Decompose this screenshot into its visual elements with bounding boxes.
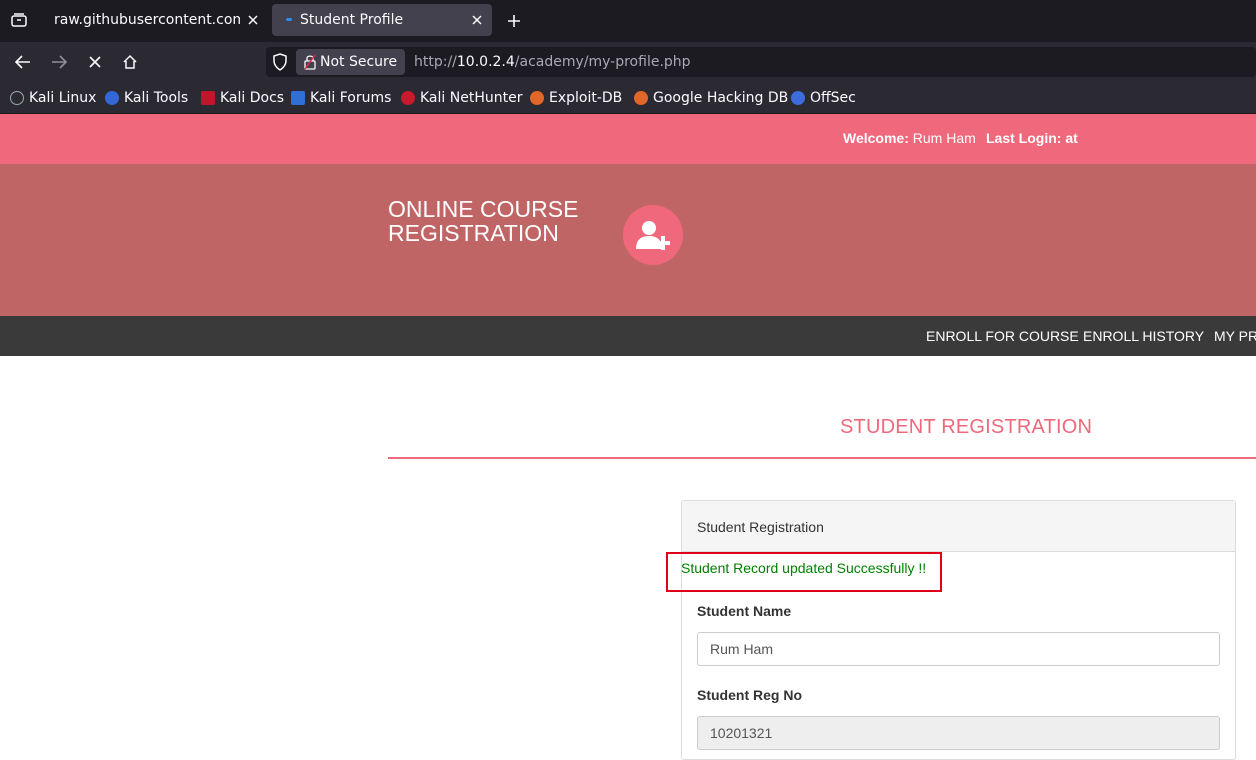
tab-title: raw.githubusercontent.com/p — [54, 12, 240, 28]
browser-nav-bar: Not Secure http://10.0.2.4/academy/my-pr… — [0, 42, 1256, 82]
bookmark-google-hacking-db[interactable]: Google Hacking DB — [634, 89, 788, 107]
main-menu-bar: ENROLL FOR COURSE ENROLL HISTORY MY PR — [0, 316, 1256, 356]
bookmark-kali-docs[interactable]: Kali Docs — [201, 89, 284, 107]
top-info-strip: Welcome: Rum Ham Last Login: at — [0, 114, 1256, 164]
offsec-icon — [791, 91, 805, 105]
loading-favicon-icon — [286, 18, 292, 21]
kali-docs-icon — [201, 91, 215, 105]
tab-title: Student Profile — [300, 12, 404, 28]
browser-tab-strip: raw.githubusercontent.com/p Student Prof… — [0, 0, 1256, 42]
url-host: 10.0.2.4 — [456, 54, 515, 70]
student-name-label: Student Name — [697, 603, 792, 619]
url-bar[interactable]: Not Secure http://10.0.2.4/academy/my-pr… — [266, 47, 1256, 77]
brand-line-1: ONLINE COURSE — [388, 196, 579, 222]
home-icon[interactable] — [118, 50, 142, 74]
bookmark-offsec[interactable]: OffSec — [791, 89, 856, 107]
kali-tools-icon — [105, 91, 119, 105]
bookmark-label: Kali Forums — [310, 90, 392, 106]
url-prefix: http:// — [414, 54, 457, 70]
back-arrow-icon[interactable] — [11, 50, 35, 74]
kali-nethunter-icon — [401, 91, 415, 105]
title-divider — [388, 457, 1256, 459]
close-tab-icon[interactable] — [468, 11, 486, 29]
tab-student-profile[interactable]: Student Profile — [272, 4, 492, 36]
url-text[interactable]: http://10.0.2.4/academy/my-profile.php — [414, 47, 691, 77]
tracking-shield-icon[interactable] — [272, 53, 292, 71]
student-name-field[interactable] — [697, 632, 1220, 666]
exploit-db-icon — [530, 91, 544, 105]
bookmark-label: OffSec — [810, 90, 856, 106]
kali-forums-icon — [291, 91, 305, 105]
bookmark-kali-nethunter[interactable]: Kali NetHunter — [401, 89, 522, 107]
brand-line-2: REGISTRATION — [388, 220, 559, 246]
menu-my-profile[interactable]: MY PR — [1214, 328, 1256, 344]
forward-arrow-icon[interactable] — [47, 50, 71, 74]
bookmark-label: Kali NetHunter — [420, 90, 523, 106]
bookmark-label: Kali Docs — [220, 90, 285, 106]
site-logo-text[interactable]: ONLINE COURSE REGISTRATION — [388, 197, 608, 245]
welcome-text: Welcome: Rum Ham — [843, 130, 976, 146]
new-tab-plus-icon[interactable] — [502, 9, 526, 33]
bookmark-label: Kali Linux — [29, 90, 97, 106]
site-header: ONLINE COURSE REGISTRATION — [0, 164, 1256, 316]
welcome-label: Welcome: — [843, 130, 909, 146]
not-secure-badge[interactable]: Not Secure — [296, 49, 406, 75]
kali-dragon-icon — [10, 91, 24, 105]
panel-heading: Student Registration — [682, 501, 1235, 552]
page-title: STUDENT REGISTRATION — [840, 416, 1093, 438]
tab-raw-github[interactable]: raw.githubusercontent.com/p — [42, 4, 268, 36]
bookmark-kali-linux[interactable]: Kali Linux — [10, 89, 96, 107]
ghdb-icon — [634, 91, 648, 105]
tab-list-icon[interactable] — [8, 9, 30, 31]
menu-enroll-for-course[interactable]: ENROLL FOR COURSE — [926, 328, 1079, 344]
annotation-highlight-box — [666, 552, 942, 592]
bookmarks-toolbar: Kali Linux Kali Tools Kali Docs Kali For… — [0, 82, 1256, 114]
last-login-text: Last Login: at — [986, 130, 1078, 146]
bookmark-exploit-db[interactable]: Exploit-DB — [530, 89, 622, 107]
not-secure-label: Not Secure — [320, 54, 398, 70]
bookmark-label: Exploit-DB — [549, 90, 623, 106]
menu-enroll-history[interactable]: ENROLL HISTORY — [1083, 328, 1204, 344]
user-plus-icon — [623, 205, 683, 265]
stop-loading-icon[interactable] — [83, 50, 107, 74]
bookmark-kali-tools[interactable]: Kali Tools — [105, 89, 188, 107]
insecure-lock-icon — [304, 54, 316, 70]
url-path: /academy/my-profile.php — [514, 54, 691, 70]
bookmark-kali-forums[interactable]: Kali Forums — [291, 89, 391, 107]
student-reg-no-label: Student Reg No — [697, 687, 802, 703]
user-name: Rum Ham — [912, 130, 976, 146]
bookmark-label: Google Hacking DB — [653, 90, 789, 106]
student-reg-no-field[interactable] — [697, 716, 1220, 750]
bookmark-label: Kali Tools — [124, 90, 189, 106]
close-tab-icon[interactable] — [244, 11, 262, 29]
